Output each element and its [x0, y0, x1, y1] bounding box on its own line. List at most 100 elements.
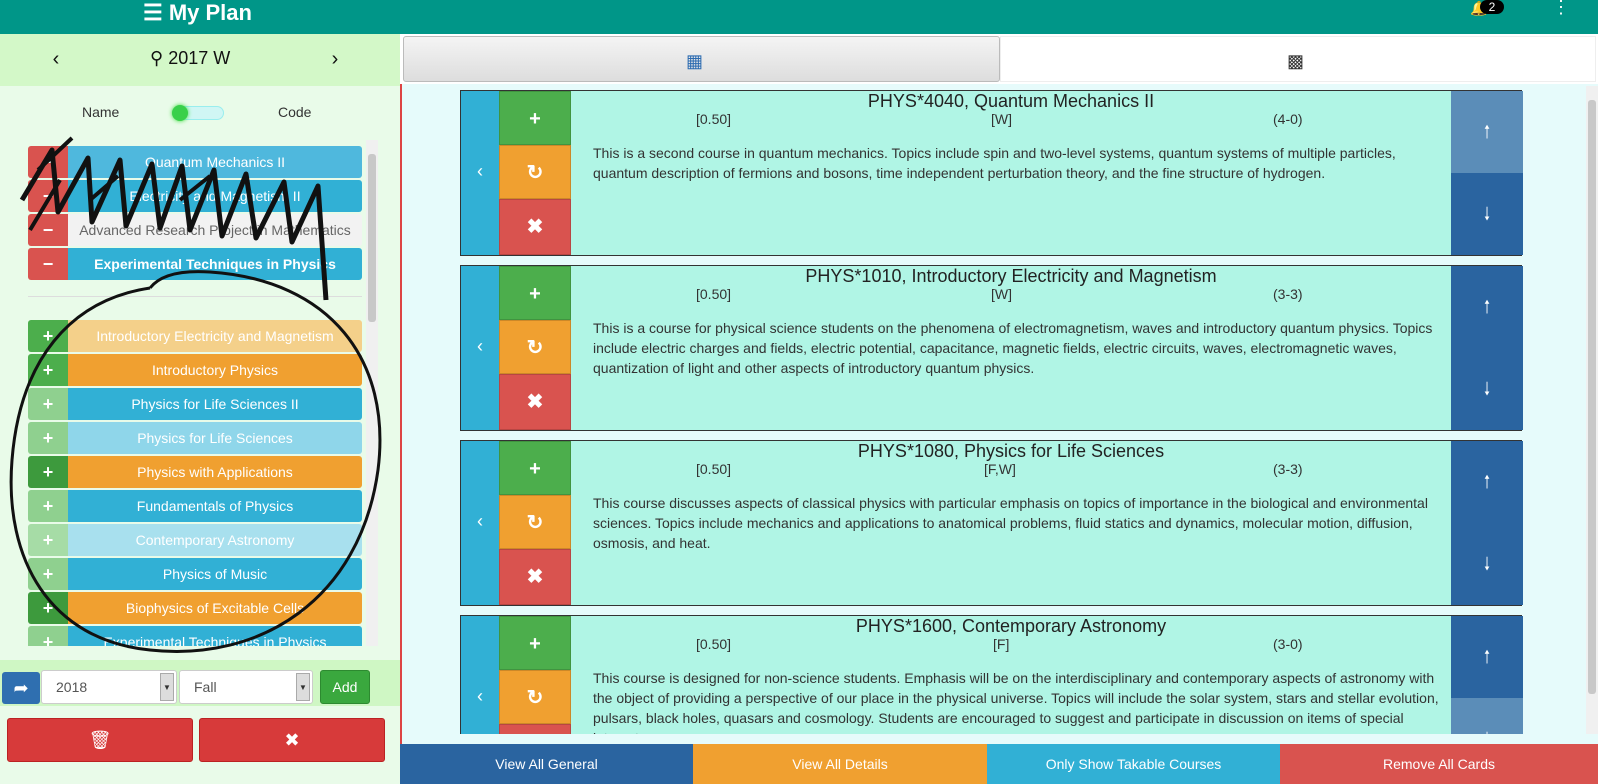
top-app-bar: ☰ My Plan 🔔 2 ⋮ [0, 0, 1598, 34]
kebab-icon[interactable]: ⋮ [1552, 0, 1570, 16]
available-course-item[interactable]: + Biophysics of Excitable Cells [28, 592, 362, 624]
course-cards: ‹ + ↻ ✖ PHYS*4040, Quantum Mechanics II … [400, 84, 1586, 734]
card-offered: [W] [991, 286, 1012, 302]
plus-icon[interactable]: + [499, 616, 571, 670]
takable-courses-button[interactable]: Only Show Takable Courses [987, 744, 1280, 784]
scrollbar-thumb[interactable] [368, 154, 376, 322]
x-icon[interactable]: ✖ [499, 724, 571, 734]
view-all-details-button[interactable]: View All Details [693, 744, 987, 784]
add-course-button[interactable]: + [28, 388, 68, 420]
plus-icon[interactable]: + [499, 91, 571, 145]
chevron-down-icon[interactable]: ▼ [296, 673, 310, 701]
available-course-item[interactable]: + Physics of Music [28, 558, 362, 590]
available-course-item[interactable]: + Experimental Techniques in Physics [28, 626, 362, 646]
refresh-icon[interactable]: ↻ [499, 495, 571, 549]
chevron-down-icon[interactable]: ▼ [160, 673, 174, 701]
available-course-item[interactable]: + Fundamentals of Physics [28, 490, 362, 522]
course-label: Physics for Life Sciences [68, 422, 362, 454]
collapse-card-button[interactable]: ‹ [461, 266, 499, 430]
available-course-item[interactable]: + Physics with Applications [28, 456, 362, 488]
remove-course-button[interactable]: − [28, 146, 68, 178]
x-icon[interactable]: ✖ [499, 549, 571, 605]
refresh-icon[interactable]: ↻ [499, 145, 571, 199]
notification-badge[interactable]: 2 [1480, 0, 1504, 14]
search-icon: ⚲ [150, 48, 169, 68]
chevron-left-icon: ‹ [477, 336, 483, 356]
plus-icon[interactable]: + [499, 266, 571, 320]
add-course-button[interactable]: + [28, 626, 68, 646]
available-course-item[interactable]: + Introductory Electricity and Magnetism [28, 320, 362, 352]
planned-course-item[interactable]: − Quantum Mechanics II [28, 146, 362, 178]
available-course-item[interactable]: + Physics for Life Sciences [28, 422, 362, 454]
arrow-up-icon[interactable]: 🠑 [1451, 616, 1523, 698]
card-title: PHYS*1080, Physics for Life Sciences [857, 441, 1165, 461]
x-icon[interactable]: ✖ [499, 199, 571, 255]
plus-icon[interactable]: + [499, 441, 571, 495]
chevron-left-icon: ‹ [477, 161, 483, 181]
arrow-down-icon[interactable]: 🠓 [1451, 698, 1523, 734]
view-tabs: ▦ ▩ [400, 34, 1598, 84]
add-course-button[interactable]: + [28, 524, 68, 556]
card-offered: [F] [993, 636, 1010, 652]
course-list-scrollbar[interactable] [366, 140, 378, 646]
add-course-button[interactable]: + [28, 490, 68, 522]
semester-select[interactable]: Fall ▼ [179, 670, 313, 704]
card-hours: (3-3) [1273, 461, 1303, 477]
trash-x-icon[interactable]: ✖ [199, 718, 385, 762]
remove-course-button[interactable]: − [28, 214, 68, 246]
add-course-button[interactable]: + [28, 320, 68, 352]
available-course-item[interactable]: + Introductory Physics [28, 354, 362, 386]
x-icon[interactable]: ✖ [499, 374, 571, 430]
remove-all-cards-button[interactable]: Remove All Cards [1280, 744, 1598, 784]
planned-course-item[interactable]: − Experimental Techniques in Physics [28, 248, 362, 280]
semester-value: Fall [194, 679, 217, 695]
bottom-action-bar: View All General View All Details Only S… [400, 744, 1598, 784]
available-course-item[interactable]: + Physics for Life Sciences II [28, 388, 362, 420]
tab-chart[interactable]: ▩ [1000, 36, 1596, 82]
chevron-left-icon[interactable]: ‹ [46, 48, 66, 71]
course-card: ‹ + ↻ ✖ PHYS*1010, Introductory Electric… [460, 265, 1523, 431]
view-all-general-button[interactable]: View All General [400, 744, 693, 784]
arrow-up-icon[interactable]: 🠑 [1451, 91, 1523, 173]
collapse-card-button[interactable]: ‹ [461, 616, 499, 734]
dashboard-icon: ▦ [686, 51, 704, 71]
year-select[interactable]: 2018 ▼ [41, 670, 177, 704]
add-course-button[interactable]: + [28, 422, 68, 454]
add-course-button[interactable]: + [28, 354, 68, 386]
remove-course-button[interactable]: − [28, 248, 68, 280]
tab-cards[interactable]: ▦ [403, 36, 1000, 82]
add-term-button[interactable]: Add [320, 670, 370, 704]
planned-course-item[interactable]: − Advanced Research Project in Mathemati… [28, 214, 362, 246]
chevron-right-icon[interactable]: › [325, 48, 345, 71]
collapse-card-button[interactable]: ‹ [461, 91, 499, 255]
arrow-up-icon[interactable]: 🠑 [1451, 266, 1523, 348]
arrow-down-icon[interactable]: 🠓 [1451, 348, 1523, 430]
course-label: Fundamentals of Physics [68, 490, 362, 522]
course-label: Biophysics of Excitable Cells [68, 592, 362, 624]
available-course-item[interactable]: + Contemporary Astronomy [28, 524, 362, 556]
refresh-icon[interactable]: ↻ [499, 320, 571, 374]
year-value: 2018 [56, 679, 88, 695]
add-course-button[interactable]: + [28, 558, 68, 590]
card-title: PHYS*1600, Contemporary Astronomy [855, 616, 1167, 636]
planned-course-item[interactable]: − Electricity and Magnetism II [28, 180, 362, 212]
refresh-icon[interactable]: ↻ [499, 670, 571, 724]
trash-icon[interactable]: 🗑 [7, 718, 193, 762]
add-course-button[interactable]: + [28, 592, 68, 624]
term-navigator: ‹ ⚲ 2017 W › [0, 34, 400, 86]
app-title[interactable]: ☰ My Plan [143, 0, 252, 26]
collapse-card-button[interactable]: ‹ [461, 441, 499, 605]
card-offered: [F,W] [984, 461, 1016, 477]
arrow-down-icon[interactable]: 🠓 [1451, 173, 1523, 255]
arrow-down-icon[interactable]: 🠓 [1451, 523, 1523, 605]
arrow-up-icon[interactable]: 🠑 [1451, 441, 1523, 523]
toggle-knob[interactable] [172, 105, 188, 121]
remove-course-button[interactable]: − [28, 180, 68, 212]
card-offered: [W] [991, 111, 1012, 127]
term-selector[interactable]: ⚲ 2017 W [150, 48, 230, 69]
add-course-button[interactable]: + [28, 456, 68, 488]
bar-chart-icon: ▩ [1287, 51, 1305, 71]
share-icon[interactable]: ➦ [2, 672, 40, 704]
cards-scrollbar[interactable] [1586, 86, 1598, 734]
scrollbar-thumb[interactable] [1588, 100, 1596, 694]
